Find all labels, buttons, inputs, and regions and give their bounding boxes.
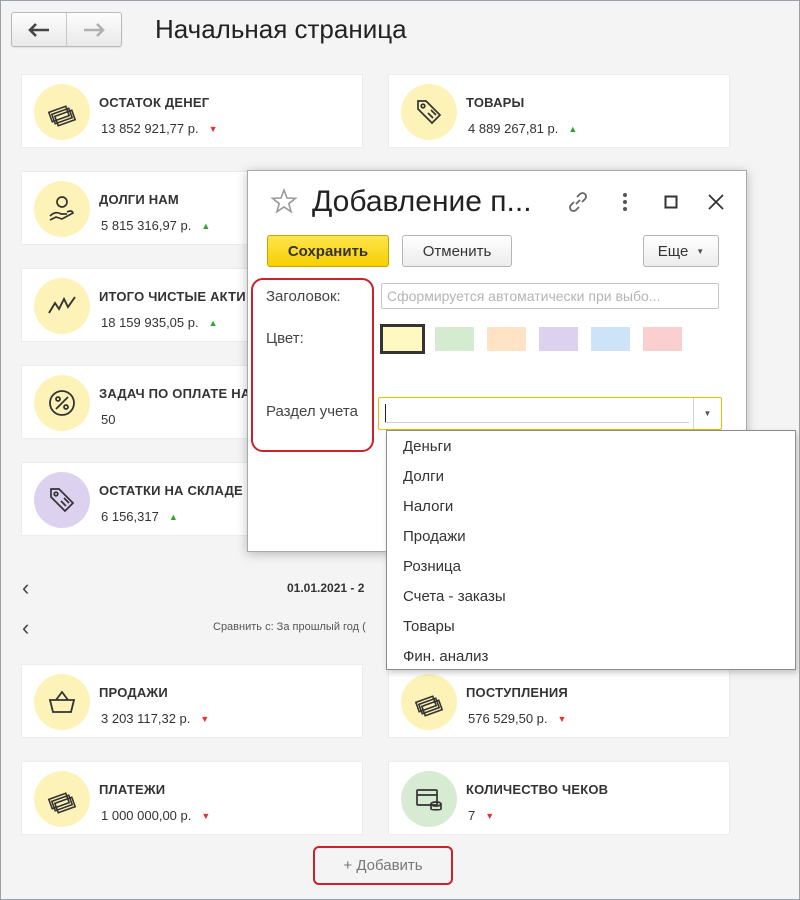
card-value: 576 529,50 р.: [468, 711, 548, 726]
text-cursor: [385, 404, 386, 423]
register-icon: [401, 771, 457, 827]
save-button[interactable]: Сохранить: [267, 235, 389, 267]
add-button[interactable]: + Добавить: [313, 846, 453, 885]
home-page: Начальная страница ОСТАТОК ДЕНЕГ 13 852 …: [0, 0, 800, 900]
card-payments[interactable]: ПЛАТЕЖИ 1 000 000,00 р. ▼: [22, 762, 362, 834]
card-value: 7: [468, 808, 476, 823]
trend-up-icon: ▲: [201, 221, 211, 231]
dropdown-option[interactable]: Фин. анализ: [387, 641, 795, 671]
section-dropdown-list: Деньги Долги Налоги Продажи Розница Счет…: [386, 430, 796, 670]
trend-down-icon: ▼: [200, 714, 210, 724]
period-label[interactable]: 01.01.2021 - 2: [287, 581, 364, 595]
card-value: 6 156,317: [101, 509, 159, 524]
dropdown-arrow-icon[interactable]: ▼: [693, 398, 721, 429]
trend-down-icon: ▼: [485, 811, 495, 821]
color-swatch-blue[interactable]: [591, 327, 630, 351]
basket-icon: [34, 674, 90, 730]
more-button[interactable]: Еще ▼: [643, 235, 719, 267]
percent-icon: [34, 375, 90, 431]
chevron-down-icon: ▼: [696, 246, 705, 256]
trend-down-icon: ▼: [208, 124, 218, 134]
card-value: 50: [101, 412, 116, 427]
card-title: ЗАДАЧ ПО ОПЛАТЕ НА: [99, 386, 251, 401]
title-field-label: Заголовок:: [266, 288, 341, 305]
card-title: ОСТАТКИ НА СКЛАДЕ: [99, 483, 243, 498]
color-swatch-yellow[interactable]: [380, 324, 425, 354]
previous-period-chevron-icon[interactable]: ‹: [22, 577, 29, 599]
section-field-label: Раздел учета: [266, 403, 358, 420]
card-receipt-count[interactable]: КОЛИЧЕСТВО ЧЕКОВ 7 ▼: [389, 762, 729, 834]
back-button[interactable]: [12, 13, 66, 46]
trend-up-icon: ▲: [208, 318, 218, 328]
card-value: 13 852 921,77 р.: [101, 121, 199, 136]
close-icon[interactable]: [703, 189, 729, 215]
color-swatch-orange[interactable]: [487, 327, 526, 351]
dialog-title: Добавление п...: [312, 185, 532, 218]
card-title: ОСТАТОК ДЕНЕГ: [99, 95, 210, 110]
card-title: ДОЛГИ НАМ: [99, 192, 179, 207]
title-input[interactable]: Сформируется автоматически при выбо...: [381, 283, 719, 309]
dropdown-option[interactable]: Товары: [387, 611, 795, 641]
card-value: 3 203 117,32 р.: [101, 711, 191, 726]
cancel-button[interactable]: Отменить: [402, 235, 512, 267]
compare-label[interactable]: Сравнить с: За прошлый год (: [213, 621, 366, 633]
trend-up-icon: ▲: [168, 512, 178, 522]
card-value: 4 889 267,81 р.: [468, 121, 559, 136]
color-swatch-green[interactable]: [435, 327, 474, 351]
star-icon[interactable]: [270, 187, 298, 215]
money-stack-icon: [34, 771, 90, 827]
trend-down-icon: ▼: [201, 811, 211, 821]
trend-down-icon: ▼: [557, 714, 567, 724]
card-title: ПРОДАЖИ: [99, 685, 168, 700]
previous-compare-chevron-icon[interactable]: ‹: [22, 617, 29, 639]
dropdown-option[interactable]: Счета - заказы: [387, 581, 795, 611]
price-tag-icon: [34, 472, 90, 528]
dropdown-option[interactable]: Розница: [387, 551, 795, 581]
card-sales[interactable]: ПРОДАЖИ 3 203 117,32 р. ▼: [22, 665, 362, 737]
card-money-balance[interactable]: ОСТАТОК ДЕНЕГ 13 852 921,77 р. ▼: [22, 75, 362, 147]
card-title: ИТОГО ЧИСТЫЕ АКТИ: [99, 289, 246, 304]
card-value: 5 815 316,97 р.: [101, 218, 192, 233]
card-title: ПОСТУПЛЕНИЯ: [466, 685, 568, 700]
trend-up-icon: ▲: [568, 124, 578, 134]
color-swatch-purple[interactable]: [539, 327, 578, 351]
section-input[interactable]: ▼: [378, 397, 722, 430]
money-stack-icon: [401, 674, 457, 730]
more-button-label: Еще: [657, 242, 689, 260]
link-icon[interactable]: [565, 189, 591, 215]
forward-button[interactable]: [66, 13, 121, 46]
card-value: 1 000 000,00 р.: [101, 808, 192, 823]
maximize-icon[interactable]: [658, 189, 684, 215]
color-swatch-red[interactable]: [643, 327, 682, 351]
card-title: ПЛАТЕЖИ: [99, 782, 166, 797]
card-value: 18 159 935,05 р.: [101, 315, 199, 330]
card-title: КОЛИЧЕСТВО ЧЕКОВ: [466, 782, 609, 797]
more-vertical-icon[interactable]: [612, 189, 638, 215]
card-goods[interactable]: ТОВАРЫ 4 889 267,81 р. ▲: [389, 75, 729, 147]
dropdown-option[interactable]: Продажи: [387, 521, 795, 551]
page-title: Начальная страница: [155, 14, 407, 44]
arrow-left-icon: [28, 22, 49, 37]
dropdown-option[interactable]: Деньги: [387, 431, 795, 461]
hand-coin-icon: [34, 181, 90, 237]
zigzag-chart-icon: [34, 278, 90, 334]
money-stack-icon: [34, 84, 90, 140]
dropdown-option[interactable]: Налоги: [387, 491, 795, 521]
arrow-right-icon: [84, 22, 105, 37]
card-receipts[interactable]: ПОСТУПЛЕНИЯ 576 529,50 р. ▼: [389, 665, 729, 737]
card-title: ТОВАРЫ: [466, 95, 525, 110]
navigation-buttons: [11, 12, 122, 47]
dropdown-option[interactable]: Долги: [387, 461, 795, 491]
price-tag-icon: [401, 84, 457, 140]
color-field-label: Цвет:: [266, 330, 304, 347]
